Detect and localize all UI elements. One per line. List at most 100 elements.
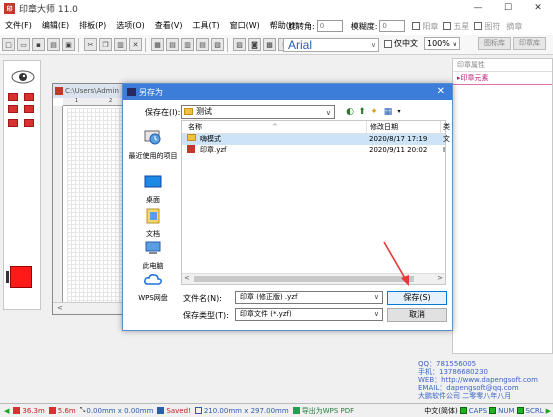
rect-seal-icon[interactable] bbox=[24, 105, 34, 113]
save-in-label: 保存在(I): bbox=[145, 108, 181, 117]
star-checkbox[interactable] bbox=[443, 22, 452, 30]
rotation-input[interactable]: 0 bbox=[316, 20, 343, 32]
print-icon[interactable]: ▤ bbox=[47, 38, 60, 51]
tab-icon-bank[interactable]: 图标库 bbox=[478, 37, 511, 50]
save-as-dialog: 另存为 ✕ 保存在(I): 测试 ∨ ◐ ⬆ ✦ ▦ ▾ 最近使用的项目 桌面 … bbox=[122, 83, 453, 331]
oval-seal-icon[interactable] bbox=[24, 93, 34, 101]
document-hscroll[interactable]: < bbox=[53, 302, 126, 314]
documents-icon bbox=[146, 208, 160, 224]
ruler-icon bbox=[48, 407, 56, 414]
save-icon[interactable]: ▪ bbox=[32, 38, 45, 51]
column-type[interactable]: 类 bbox=[440, 121, 450, 134]
scroll-thumb[interactable] bbox=[194, 276, 414, 282]
menu-layout[interactable]: 排板(P) bbox=[74, 17, 111, 35]
triangle-seal-icon[interactable] bbox=[8, 119, 18, 127]
menu-extras: 旋转角: 0 模糊度: 0 阳章 五星 图符 摘章 bbox=[288, 17, 522, 35]
menu-edit[interactable]: 编辑(E) bbox=[37, 17, 74, 35]
file-modified: 2020/8/17 17:19 bbox=[369, 135, 428, 143]
menu-file[interactable]: 文件(F) bbox=[0, 17, 37, 35]
square-seal-icon[interactable] bbox=[8, 105, 18, 113]
align-left-icon[interactable]: ▤ bbox=[166, 38, 179, 51]
folder-icon bbox=[184, 108, 193, 115]
dialog-app-icon bbox=[127, 88, 136, 96]
filetype-value: 印章文件 (*.yzf) bbox=[240, 310, 292, 318]
save-button[interactable]: 保存(S) bbox=[387, 291, 447, 305]
new-folder-icon[interactable]: ✦ bbox=[369, 107, 379, 117]
menu-view[interactable]: 查看(V) bbox=[150, 17, 188, 35]
paste-icon[interactable]: ▥ bbox=[114, 38, 127, 51]
filename-input[interactable]: 印章 (修正版) .yzf ∨ bbox=[235, 291, 383, 304]
chevron-down-icon[interactable]: ▾ bbox=[394, 107, 404, 117]
place-recent[interactable]: 最近使用的项目 bbox=[126, 130, 180, 161]
cancel-button[interactable]: 取消 bbox=[387, 308, 447, 322]
statusbar: ◀ 36.3m 5.6m ⤡ 0.00mm x 0.00mm Saved! 21… bbox=[0, 403, 553, 417]
chevron-down-icon: ∨ bbox=[325, 109, 331, 117]
zoom-select[interactable]: 100% ∨ bbox=[424, 37, 460, 50]
back-icon[interactable]: ◐ bbox=[345, 107, 355, 117]
scroll-left-icon[interactable]: < bbox=[184, 274, 190, 282]
desktop-icon bbox=[144, 175, 162, 188]
color-swatch[interactable] bbox=[10, 266, 32, 288]
folder-icon bbox=[187, 134, 196, 141]
place-documents[interactable]: 文档 bbox=[126, 208, 180, 239]
place-this-pc[interactable]: 此电脑 bbox=[126, 240, 180, 271]
menu-options[interactable]: 选项(O) bbox=[111, 17, 150, 35]
circle-seal-icon[interactable] bbox=[8, 93, 18, 101]
delete-icon[interactable]: ✕ bbox=[129, 38, 142, 51]
file-row[interactable]: 嗨模式 2020/8/17 17:19 文 bbox=[182, 134, 450, 145]
place-label: 最近使用的项目 bbox=[128, 152, 178, 160]
stamp-icon[interactable]: ◙ bbox=[248, 38, 261, 51]
info-label[interactable]: 摘章 bbox=[506, 21, 522, 32]
maximize-button[interactable]: ☐ bbox=[493, 0, 523, 17]
minimize-button[interactable]: — bbox=[463, 0, 493, 17]
file-list-hscroll[interactable]: < > bbox=[182, 273, 445, 284]
column-name[interactable]: 名称 bbox=[188, 121, 202, 134]
preview-icon[interactable]: ▣ bbox=[62, 38, 75, 51]
distribute-icon[interactable]: ▧ bbox=[211, 38, 224, 51]
file-row[interactable]: 印章.yzf 2020/9/11 20:02 I bbox=[182, 145, 445, 156]
grid-icon[interactable]: ▦ bbox=[151, 38, 164, 51]
menu-tools[interactable]: 工具(T) bbox=[187, 17, 224, 35]
eye-icon[interactable] bbox=[11, 69, 35, 85]
export-wps-pdf[interactable]: 导出为WPS PDF bbox=[292, 406, 354, 416]
align-right-icon[interactable]: ▤ bbox=[196, 38, 209, 51]
dialog-close-icon[interactable]: ✕ bbox=[437, 86, 445, 97]
column-modified[interactable]: 修改日期 bbox=[366, 121, 398, 134]
scroll-left-icon[interactable]: < bbox=[57, 304, 63, 312]
nav-left-icon[interactable]: ◀ bbox=[4, 407, 9, 415]
status-position-x: 36.3m bbox=[13, 407, 45, 415]
status-selection-size: ⤡ 0.00mm x 0.00mm bbox=[79, 406, 154, 415]
special-seal-icon[interactable] bbox=[24, 119, 34, 127]
open-icon[interactable]: ▭ bbox=[17, 38, 30, 51]
filetype-select[interactable]: 印章文件 (*.yzf) ∨ bbox=[235, 308, 383, 321]
graphic-checkbox[interactable] bbox=[474, 22, 483, 30]
seal-elements-node[interactable]: ▸印章元素 bbox=[453, 72, 552, 85]
place-wps-cloud[interactable]: WPS网盘 bbox=[126, 272, 180, 303]
up-folder-icon[interactable]: ⬆ bbox=[357, 107, 367, 117]
places-bar: 最近使用的项目 桌面 文档 此电脑 WPS网盘 bbox=[126, 126, 180, 302]
cjk-only-checkbox[interactable] bbox=[384, 39, 392, 48]
place-label: 此电脑 bbox=[142, 262, 164, 270]
view-menu-icon[interactable]: ▦ bbox=[383, 107, 393, 117]
align-center-icon[interactable]: ▥ bbox=[181, 38, 194, 51]
close-button[interactable]: ✕ bbox=[523, 0, 553, 17]
new-icon[interactable]: □ bbox=[2, 38, 15, 51]
menu-window[interactable]: 窗口(W) bbox=[225, 17, 265, 35]
save-in-select[interactable]: 测试 ∨ bbox=[181, 105, 335, 119]
cut-icon[interactable]: ✂ bbox=[84, 38, 97, 51]
nav-right-icon[interactable]: ▶ bbox=[546, 407, 551, 415]
status-position-y: 5.6m bbox=[48, 407, 76, 415]
design-canvas[interactable] bbox=[67, 108, 128, 302]
document-title[interactable]: C:\Users\Admin bbox=[53, 84, 126, 98]
copy-icon[interactable]: ❐ bbox=[99, 38, 112, 51]
dialog-titlebar: 另存为 ✕ bbox=[123, 84, 452, 100]
font-select[interactable]: Arial ∨ bbox=[283, 38, 379, 52]
scroll-right-icon[interactable]: > bbox=[437, 274, 443, 282]
seal-icon[interactable]: ▩ bbox=[263, 38, 276, 51]
blur-input[interactable]: 0 bbox=[379, 20, 406, 32]
image-icon[interactable]: ▨ bbox=[233, 38, 246, 51]
yang-checkbox[interactable] bbox=[412, 22, 421, 30]
tab-seal-library[interactable]: 印章库 bbox=[513, 37, 546, 50]
place-desktop[interactable]: 桌面 bbox=[126, 174, 180, 205]
filename-label: 文件名(N): bbox=[183, 294, 222, 303]
